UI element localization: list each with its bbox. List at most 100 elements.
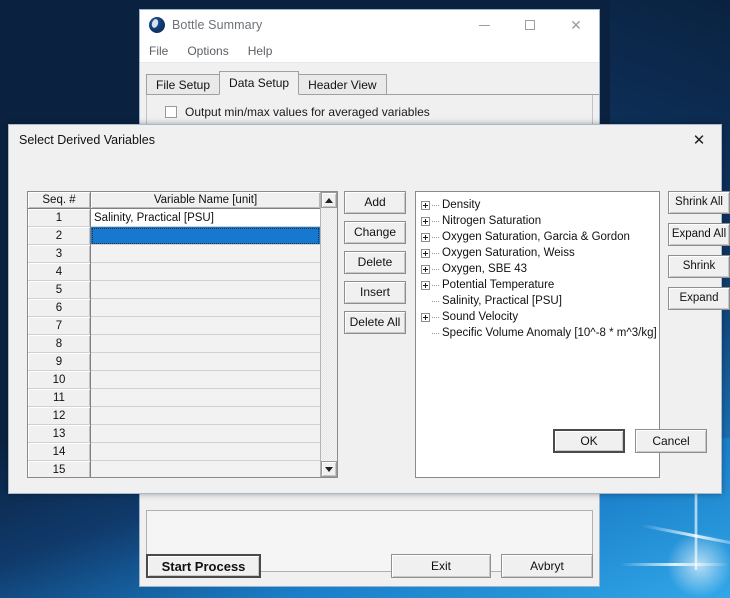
- delete-all-button[interactable]: Delete All: [344, 311, 406, 334]
- avbryt-button[interactable]: Avbryt: [501, 554, 593, 578]
- grid-cell-seq[interactable]: 14: [28, 443, 90, 461]
- tree-action-buttons: Shrink All Expand All Shrink Expand: [668, 191, 730, 319]
- scrollbar-track[interactable]: [321, 208, 337, 461]
- grid-cell-seq[interactable]: 1: [28, 209, 90, 227]
- expand-plus-icon[interactable]: [421, 312, 430, 322]
- close-icon[interactable]: ✕: [677, 125, 721, 155]
- grid-cell-name[interactable]: [91, 299, 320, 317]
- grid-cell-seq[interactable]: 11: [28, 389, 90, 407]
- menu-item-help[interactable]: Help: [248, 44, 273, 58]
- grid-cell-name[interactable]: [91, 245, 320, 263]
- checkbox-icon[interactable]: [165, 106, 177, 118]
- grid-cell-name[interactable]: [91, 389, 320, 407]
- grid-column-name: Variable Name [unit] Salinity, Practical…: [91, 192, 320, 477]
- grid-cell-name[interactable]: [91, 371, 320, 389]
- grid-column-seq: Seq. # 1 2 3 4 5 6 7 8 9 10 11 12 13 14 15: [28, 192, 91, 477]
- grid-cell-name[interactable]: [91, 281, 320, 299]
- cancel-button[interactable]: Cancel: [635, 429, 707, 453]
- tree-item[interactable]: Potential Temperature: [421, 277, 659, 293]
- tree-connector-icon: [432, 316, 439, 318]
- grid-cell-seq[interactable]: 12: [28, 407, 90, 425]
- grid-cell-name[interactable]: [91, 317, 320, 335]
- grid-cell-seq[interactable]: 4: [28, 263, 90, 281]
- change-button[interactable]: Change: [344, 221, 406, 244]
- scroll-up-arrow-icon[interactable]: [321, 192, 337, 208]
- expand-plus-icon[interactable]: [421, 248, 430, 258]
- output-minmax-checkbox-row[interactable]: Output min/max values for averaged varia…: [147, 95, 592, 119]
- grid-cell-name[interactable]: Salinity, Practical [PSU]: [91, 209, 320, 227]
- expand-plus-icon[interactable]: [421, 200, 430, 210]
- tab-file-setup[interactable]: File Setup: [146, 74, 221, 94]
- menu-bar: File Options Help: [140, 40, 599, 63]
- grid-cell-seq[interactable]: 9: [28, 353, 90, 371]
- tree-item[interactable]: Specific Volume Anomaly [10^-8 * m^3/kg]: [421, 325, 659, 341]
- tree-connector-icon: [432, 236, 439, 238]
- close-icon[interactable]: ✕: [553, 10, 599, 40]
- tree-item[interactable]: Oxygen Saturation, Weiss: [421, 245, 659, 261]
- tree-connector-icon: [432, 332, 439, 334]
- expand-button[interactable]: Expand: [668, 287, 730, 310]
- expand-plus-icon[interactable]: [421, 232, 430, 242]
- tree-item[interactable]: Salinity, Practical [PSU]: [421, 293, 659, 309]
- grid-cell-seq[interactable]: 15: [28, 461, 90, 477]
- tree-leaf-icon: [421, 329, 430, 338]
- grid-cell-seq[interactable]: 8: [28, 335, 90, 353]
- grid-cell-name[interactable]: [91, 227, 320, 245]
- tree-item[interactable]: Nitrogen Saturation: [421, 213, 659, 229]
- dialog-body: Seq. # 1 2 3 4 5 6 7 8 9 10 11 12 13 14 15 Variable Na…: [9, 155, 730, 478]
- tree-connector-icon: [432, 284, 439, 286]
- expand-plus-icon[interactable]: [421, 264, 430, 274]
- tree-item-label: Salinity, Practical [PSU]: [442, 295, 562, 307]
- ok-button[interactable]: OK: [553, 429, 625, 453]
- variable-grid[interactable]: Seq. # 1 2 3 4 5 6 7 8 9 10 11 12 13 14 15 Variable Na…: [27, 191, 338, 478]
- tree-item-label: Oxygen, SBE 43: [442, 263, 528, 275]
- minimize-button[interactable]: [461, 10, 507, 40]
- grid-cell-name[interactable]: [91, 335, 320, 353]
- tree-item-label: Nitrogen Saturation: [442, 215, 542, 227]
- grid-header-seq: Seq. #: [28, 192, 90, 209]
- grid-cell-name[interactable]: [91, 263, 320, 281]
- shrink-all-button[interactable]: Shrink All: [668, 191, 730, 214]
- grid-cell-seq[interactable]: 5: [28, 281, 90, 299]
- tree-item[interactable]: Density: [421, 197, 659, 213]
- wallpaper-light-glow: [660, 530, 730, 598]
- grid-cell-seq[interactable]: 13: [28, 425, 90, 443]
- tree-item-label: Oxygen Saturation, Garcia & Gordon: [442, 231, 630, 243]
- tab-strip: File Setup Data Setup Header View: [146, 69, 599, 95]
- shrink-button[interactable]: Shrink: [668, 255, 730, 278]
- scroll-down-arrow-icon[interactable]: [321, 461, 337, 477]
- maximize-button[interactable]: [507, 10, 553, 40]
- expand-plus-icon[interactable]: [421, 216, 430, 226]
- menu-item-file[interactable]: File: [149, 44, 168, 58]
- checkbox-label: Output min/max values for averaged varia…: [185, 105, 430, 119]
- grid-cell-seq[interactable]: 6: [28, 299, 90, 317]
- menu-item-options[interactable]: Options: [187, 44, 228, 58]
- tab-header-view[interactable]: Header View: [298, 74, 387, 94]
- grid-cell-seq[interactable]: 10: [28, 371, 90, 389]
- add-button[interactable]: Add: [344, 191, 406, 214]
- grid-cell-seq[interactable]: 3: [28, 245, 90, 263]
- grid-cell-seq[interactable]: 7: [28, 317, 90, 335]
- tree-item[interactable]: Sound Velocity: [421, 309, 659, 325]
- expand-plus-icon[interactable]: [421, 280, 430, 290]
- grid-cell-name[interactable]: [91, 407, 320, 425]
- tree-item-label: Potential Temperature: [442, 279, 555, 291]
- insert-button[interactable]: Insert: [344, 281, 406, 304]
- grid-cell-name[interactable]: [91, 461, 320, 477]
- dialog-titlebar: Select Derived Variables ✕: [9, 125, 721, 155]
- start-process-button[interactable]: Start Process: [146, 554, 261, 578]
- grid-header-name: Variable Name [unit]: [91, 192, 320, 209]
- dialog-title: Select Derived Variables: [19, 133, 155, 147]
- grid-cell-name[interactable]: [91, 443, 320, 461]
- expand-all-button[interactable]: Expand All: [668, 223, 730, 246]
- grid-cell-seq[interactable]: 2: [28, 227, 90, 245]
- grid-cell-name[interactable]: [91, 353, 320, 371]
- tab-data-setup[interactable]: Data Setup: [219, 71, 300, 95]
- tree-item[interactable]: Oxygen, SBE 43: [421, 261, 659, 277]
- exit-button[interactable]: Exit: [391, 554, 491, 578]
- grid-cell-name[interactable]: [91, 425, 320, 443]
- delete-button[interactable]: Delete: [344, 251, 406, 274]
- tree-item[interactable]: Oxygen Saturation, Garcia & Gordon: [421, 229, 659, 245]
- grid-scrollbar[interactable]: [320, 192, 337, 477]
- window-bottom-bar: Start Process Exit Avbryt: [146, 554, 593, 580]
